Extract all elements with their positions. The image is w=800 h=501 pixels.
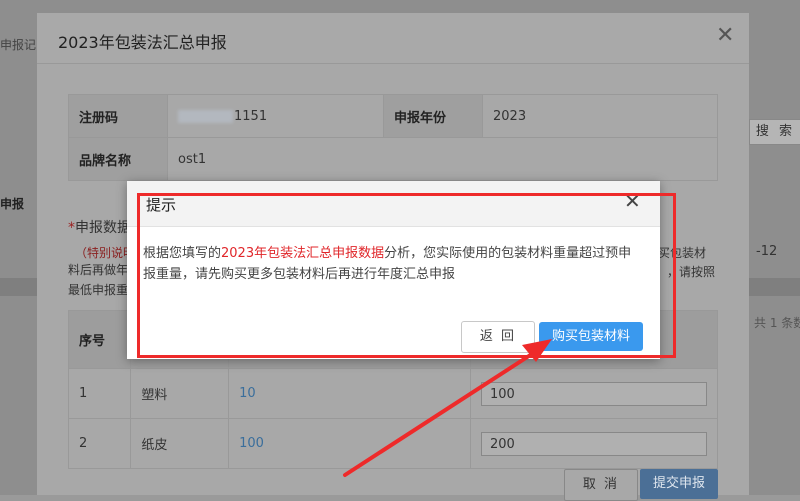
- section-title: *申报数据: [68, 220, 130, 236]
- weight-input[interactable]: 200: [481, 431, 707, 456]
- table-row: 2 纸皮 100 200: [67, 418, 718, 469]
- year-value: 2023: [482, 94, 718, 138]
- row-prev: 100: [228, 418, 471, 469]
- brand-value: ost1: [167, 137, 718, 181]
- bg-left-bold-label: 申报: [0, 197, 25, 211]
- row-index: 2: [67, 418, 132, 469]
- masked-reg-code: [178, 109, 233, 123]
- year-label: 申报年份: [383, 94, 483, 138]
- reg-code-suffix: 1151: [234, 108, 268, 124]
- bg-pagination-text: 共 1 条数: [754, 316, 800, 330]
- modal-title: 2023年包装法汇总申报: [58, 33, 227, 52]
- notice-line-1: （特别说明: [75, 246, 127, 260]
- row-prev: 10: [228, 368, 471, 419]
- row-material: 塑料: [130, 368, 230, 419]
- annotation-frame: [137, 193, 676, 358]
- modal-header: 2023年包装法汇总申报 ✕: [37, 13, 749, 64]
- bg-search-button[interactable]: 搜 索: [749, 119, 800, 145]
- row-material: 纸皮: [130, 418, 230, 469]
- close-icon[interactable]: ✕: [716, 25, 734, 47]
- row-weight-cell: 200: [470, 418, 718, 469]
- row-weight-cell: 100: [470, 368, 718, 419]
- bg-left-label: 申报记: [0, 38, 36, 52]
- notice-line-2: 料后再做年: [68, 263, 129, 277]
- weight-input[interactable]: 100: [481, 381, 707, 406]
- reg-code-value: 1151: [167, 94, 384, 138]
- brand-label: 品牌名称: [68, 137, 168, 181]
- bg-date-text: -12: [756, 244, 778, 259]
- row-index: 1: [67, 368, 132, 419]
- notice-line-3: 最低申报重: [68, 283, 129, 297]
- section-title-text: 申报数据: [75, 220, 130, 236]
- table-row: 1 塑料 10 100: [67, 368, 718, 419]
- info-table: 注册码 1151 申报年份 2023 品牌名称 ost1: [68, 94, 718, 181]
- cancel-button[interactable]: 取 消: [564, 469, 638, 501]
- col-index-header: 序号: [67, 310, 132, 369]
- reg-code-label: 注册码: [68, 94, 168, 138]
